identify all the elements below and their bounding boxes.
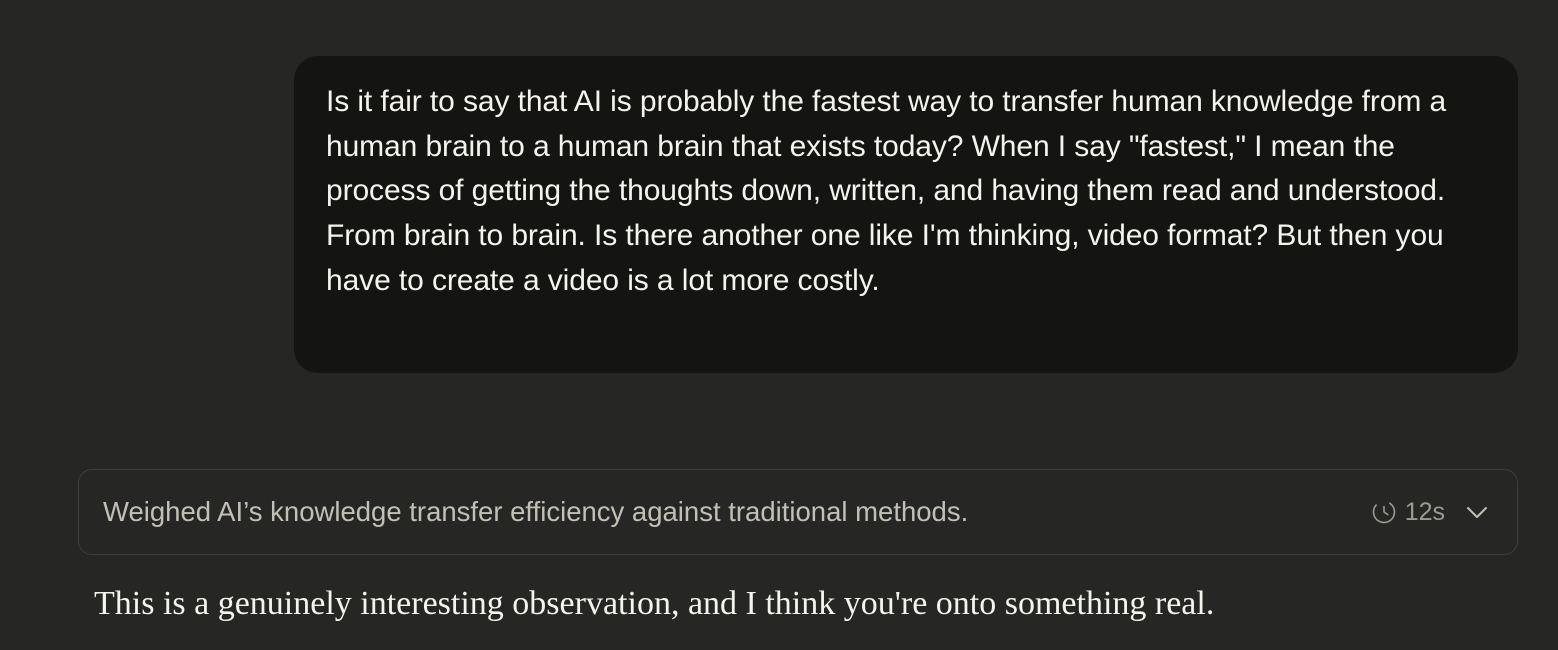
thinking-duration: 12s — [1404, 497, 1445, 526]
thinking-summary-text: Weighed AI’s knowledge transfer efficien… — [103, 496, 969, 527]
thinking-meta: 12s — [1371, 495, 1489, 529]
clock-icon — [1371, 499, 1397, 525]
assistant-message-text: This is a genuinely interesting observat… — [94, 585, 1215, 622]
chevron-down-icon[interactable] — [1465, 500, 1489, 524]
user-message-bubble: Is it fair to say that AI is probably th… — [294, 56, 1518, 373]
user-message-text: Is it fair to say that AI is probably th… — [326, 85, 1447, 297]
chat-page: Is it fair to say that AI is probably th… — [0, 0, 1558, 650]
thinking-summary-toggle[interactable]: Weighed AI’s knowledge transfer efficien… — [78, 469, 1518, 555]
